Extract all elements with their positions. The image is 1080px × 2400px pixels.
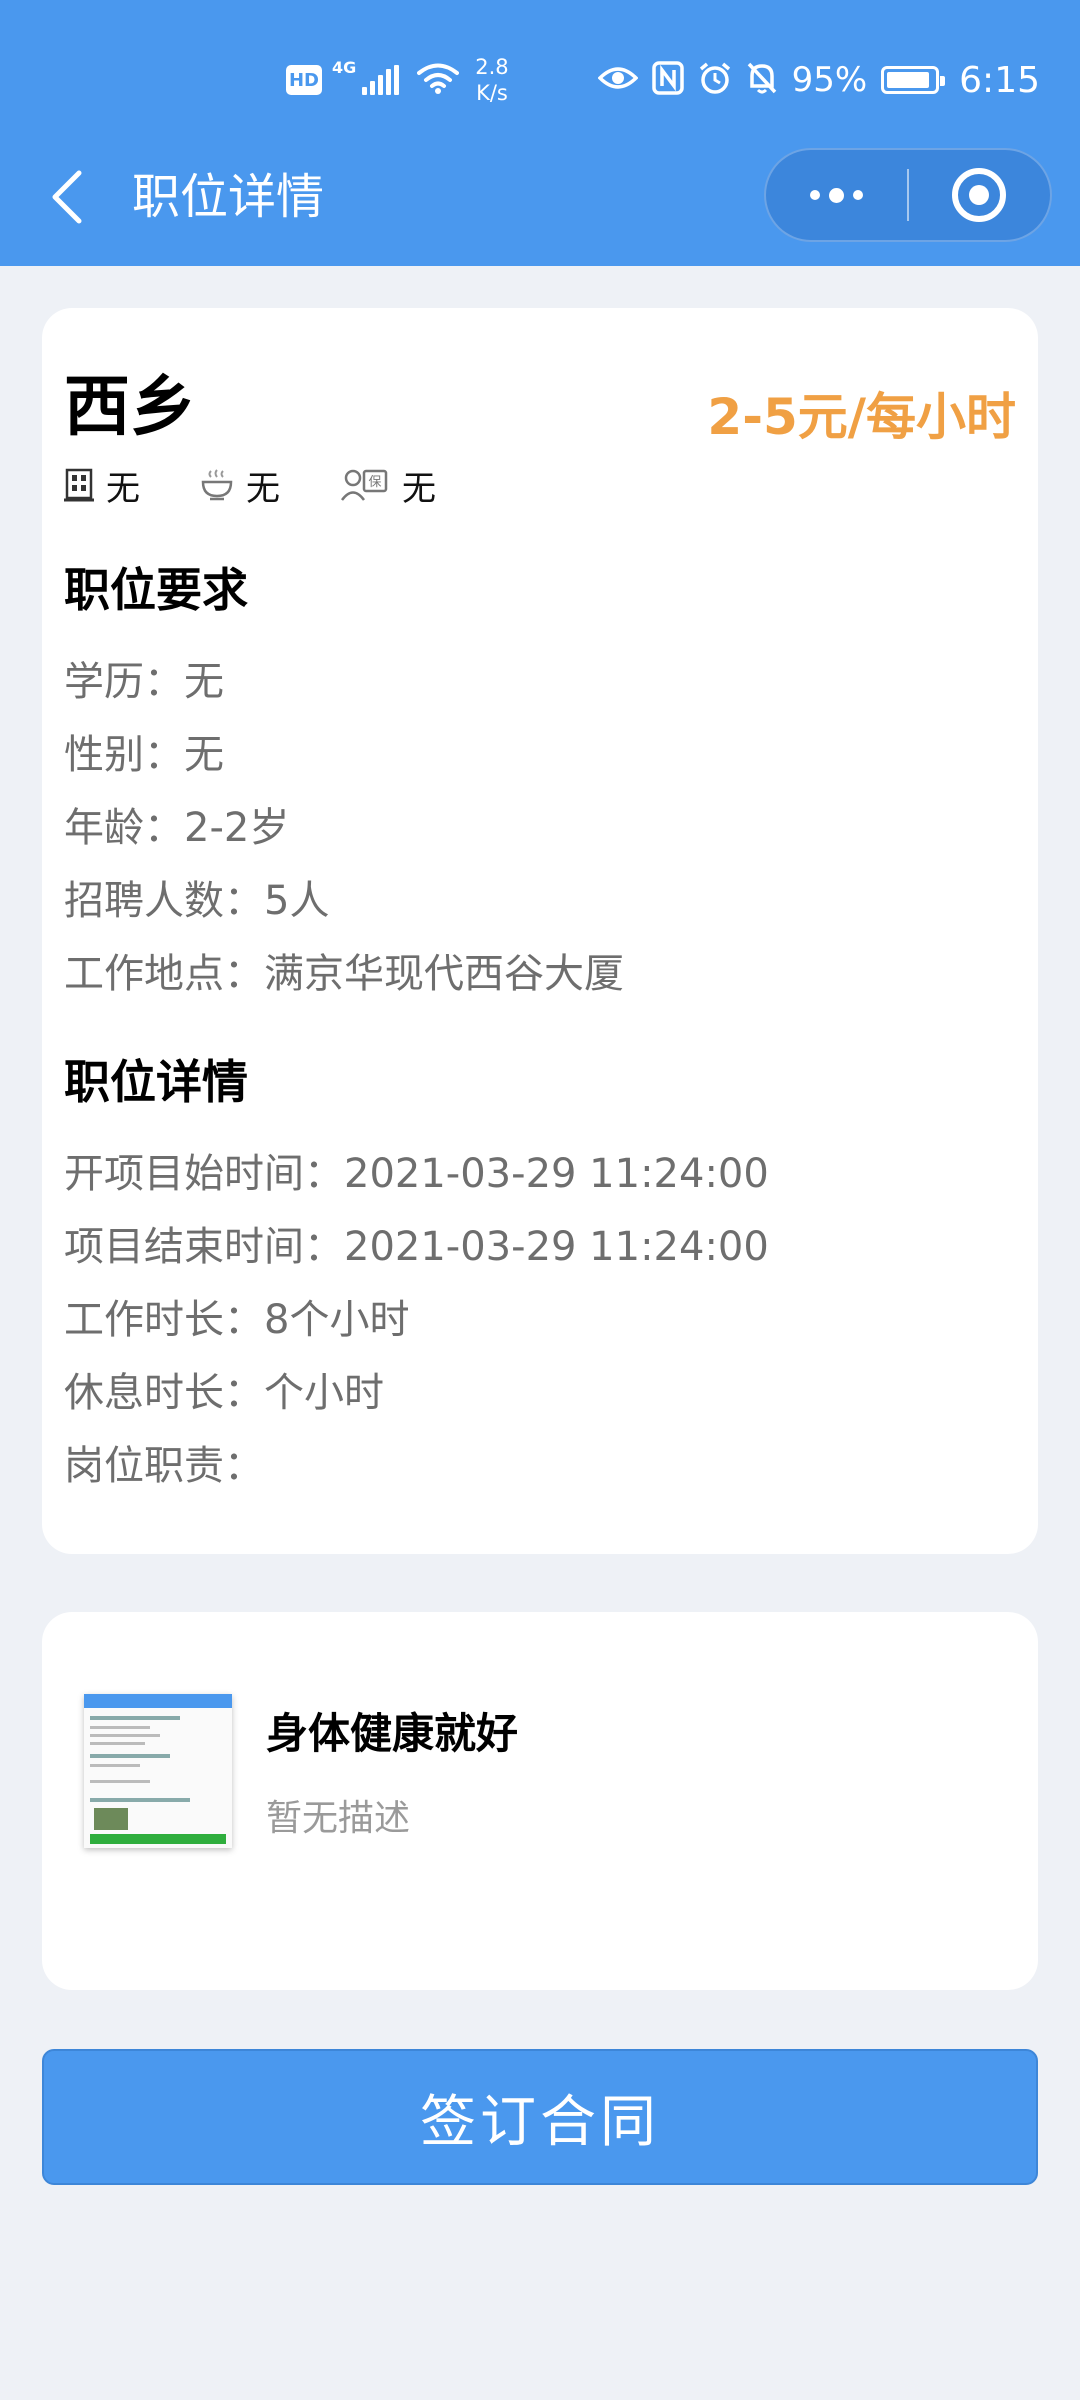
wifi-icon <box>417 62 460 98</box>
insurance-person-icon: 保 <box>340 469 388 501</box>
status-right: 95% 6:15 <box>597 54 1040 106</box>
perk-label: 无 <box>246 468 280 509</box>
perk-meals: 无 <box>200 461 280 510</box>
details-heading: 职位详情 <box>64 1055 248 1109</box>
page-title: 职位详情 <box>132 169 325 225</box>
job-detail-card: 西乡 2-5元/每小时 无 无 保 无 职位要求 学历：无 性别：无 年龄：2-… <box>42 308 1038 1554</box>
header: HD 4G 2.8 K/s 95% 6:15 职位详情 <box>0 0 1080 266</box>
detail-end-time: 项目结束时间：2021-03-29 11:24:00 <box>64 1224 769 1270</box>
job-salary: 2-5元/每小时 <box>707 388 1016 446</box>
requirement-headcount: 招聘人数：5人 <box>64 878 330 924</box>
requirements-list: 学历：无 性别：无 年龄：2-2岁 招聘人数：5人 工作地点：满京华现代西谷大厦 <box>64 646 624 1011</box>
perk-housing: 无 <box>64 461 140 510</box>
requirement-age: 年龄：2-2岁 <box>64 805 290 851</box>
svg-text:保: 保 <box>368 475 381 490</box>
signal-icon <box>362 65 400 95</box>
hd-badge: HD <box>286 65 322 95</box>
contract-title: 身体健康就好 <box>266 1709 519 1758</box>
speed-unit: K/s <box>476 81 508 105</box>
building-icon <box>64 468 94 502</box>
battery-percent: 95% <box>791 60 868 100</box>
contract-description: 暂无描述 <box>266 1798 411 1839</box>
speed-value: 2.8 <box>475 55 509 79</box>
detail-rest-hours: 休息时长：个小时 <box>64 1370 384 1416</box>
requirement-education: 学历：无 <box>64 659 224 705</box>
job-perks: 无 无 保 无 <box>64 460 496 510</box>
perk-label: 无 <box>106 468 140 509</box>
requirement-gender: 性别：无 <box>64 732 224 778</box>
more-button[interactable] <box>766 150 907 240</box>
alarm-icon <box>698 61 732 99</box>
perk-insurance: 保 无 <box>340 461 436 510</box>
sign-contract-button[interactable]: 签订合同 <box>42 2049 1038 2185</box>
mini-program-capsule <box>764 148 1052 242</box>
close-mini-program-button[interactable] <box>909 150 1050 240</box>
nav-bar: 职位详情 <box>0 140 1080 254</box>
network-speed: 2.8 K/s <box>475 54 508 106</box>
perk-label: 无 <box>402 468 436 509</box>
network-type: 4G <box>332 58 357 77</box>
contract-card[interactable]: 身体健康就好 暂无描述 <box>42 1612 1038 1990</box>
detail-work-hours: 工作时长：8个小时 <box>64 1297 410 1343</box>
meal-bowl-icon <box>201 469 233 501</box>
detail-start-time: 开项目始时间：2021-03-29 11:24:00 <box>64 1151 769 1197</box>
clock: 6:15 <box>959 59 1040 101</box>
mute-bell-icon <box>746 61 778 99</box>
battery-icon <box>881 66 946 94</box>
contract-thumbnail[interactable] <box>84 1694 232 1848</box>
job-title: 西乡 <box>64 368 196 445</box>
target-circle-icon <box>952 168 1007 222</box>
detail-responsibilities: 岗位职责： <box>64 1443 264 1489</box>
back-button[interactable] <box>36 164 96 230</box>
requirement-location: 工作地点：满京华现代西谷大厦 <box>64 951 624 997</box>
chevron-left-icon <box>52 170 82 224</box>
nfc-icon <box>651 61 684 99</box>
status-left: HD 4G 2.8 K/s <box>286 54 509 106</box>
requirements-heading: 职位要求 <box>64 563 248 617</box>
more-icon <box>810 187 863 203</box>
details-list: 开项目始时间：2021-03-29 11:24:00 项目结束时间：2021-0… <box>64 1138 769 1503</box>
eye-icon <box>597 64 639 96</box>
status-bar: HD 4G 2.8 K/s 95% 6:15 <box>0 40 1080 120</box>
